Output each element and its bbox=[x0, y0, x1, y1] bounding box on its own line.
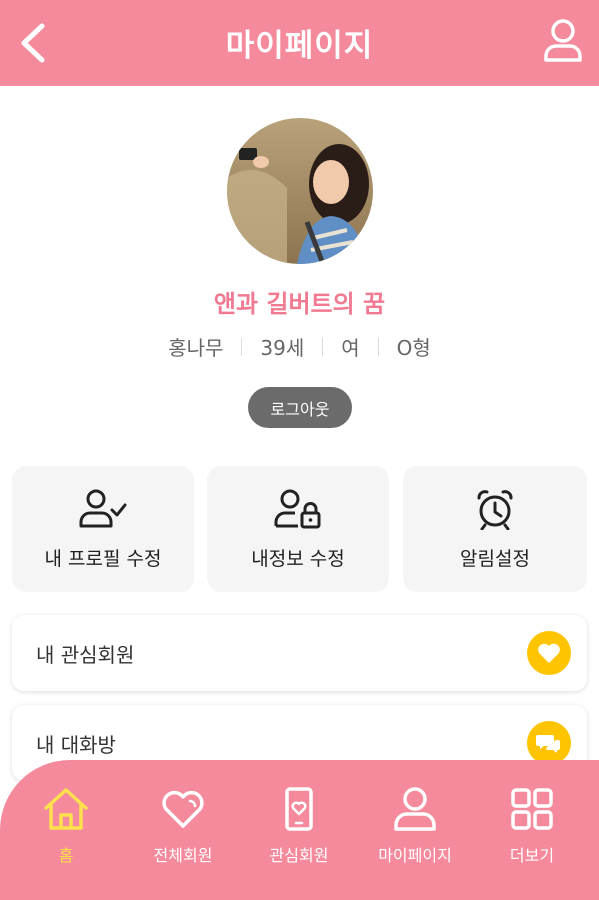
chat-icon bbox=[536, 735, 560, 753]
profile-nickname: 앤과 길버트의 꿈 bbox=[213, 290, 386, 318]
user-lock-icon bbox=[274, 489, 321, 529]
tab-home[interactable]: 홈 bbox=[11, 786, 121, 876]
tab-favorite-members[interactable]: 관심회원 bbox=[244, 786, 354, 876]
phone-heart-icon bbox=[285, 787, 313, 831]
heart-badge bbox=[527, 631, 571, 675]
favorite-members-row[interactable]: 내 관심회원 bbox=[12, 615, 587, 691]
card-label: 내정보 수정 bbox=[251, 548, 345, 570]
app-header: 마이페이지 bbox=[0, 0, 599, 86]
profile-name: 홍나무 bbox=[168, 336, 224, 360]
tab-label: 관심회원 bbox=[269, 846, 329, 865]
tab-label: 전체회원 bbox=[153, 846, 213, 865]
card-label: 내 프로필 수정 bbox=[44, 548, 162, 570]
profile-age: 39세 bbox=[260, 336, 305, 360]
tab-label: 마이페이지 bbox=[378, 846, 452, 865]
page-title: 마이페이지 bbox=[225, 28, 374, 64]
user-icon bbox=[394, 787, 436, 831]
profile-gender: 여 bbox=[341, 336, 360, 360]
chat-badge bbox=[527, 721, 571, 765]
edit-profile-card[interactable]: 내 프로필 수정 bbox=[12, 466, 194, 592]
heart-icon bbox=[162, 790, 204, 828]
profile-blood-type: O형 bbox=[396, 336, 431, 360]
user-icon bbox=[544, 19, 582, 62]
grid-icon bbox=[511, 788, 553, 830]
tab-label: 더보기 bbox=[509, 846, 555, 865]
tab-my-page[interactable]: 마이페이지 bbox=[360, 786, 470, 876]
tab-more[interactable]: 더보기 bbox=[477, 786, 587, 876]
profile-button[interactable] bbox=[543, 18, 583, 64]
tab-all-members[interactable]: 전체회원 bbox=[128, 786, 238, 876]
notification-settings-card[interactable]: 알림설정 bbox=[403, 466, 587, 592]
alarm-clock-icon bbox=[477, 490, 513, 530]
settings-cards: 내 프로필 수정 내정보 수정 알림설정 bbox=[12, 466, 587, 592]
home-icon bbox=[44, 788, 88, 830]
bottom-tab-bar: 홈 전체회원 관심회원 마이페이지 더보기 bbox=[0, 760, 599, 900]
card-label: 알림설정 bbox=[460, 548, 530, 570]
row-label: 내 관심회원 bbox=[36, 643, 135, 667]
heart-icon bbox=[538, 643, 560, 663]
tab-label: 홈 bbox=[58, 846, 74, 865]
logout-button[interactable]: 로그아웃 bbox=[248, 387, 352, 428]
profile-avatar bbox=[227, 118, 373, 264]
user-check-icon bbox=[79, 489, 127, 528]
edit-info-card[interactable]: 내정보 수정 bbox=[207, 466, 389, 592]
profile-info: 홍나무 39세 여 O형 bbox=[0, 332, 599, 361]
row-label: 내 대화방 bbox=[36, 733, 116, 757]
